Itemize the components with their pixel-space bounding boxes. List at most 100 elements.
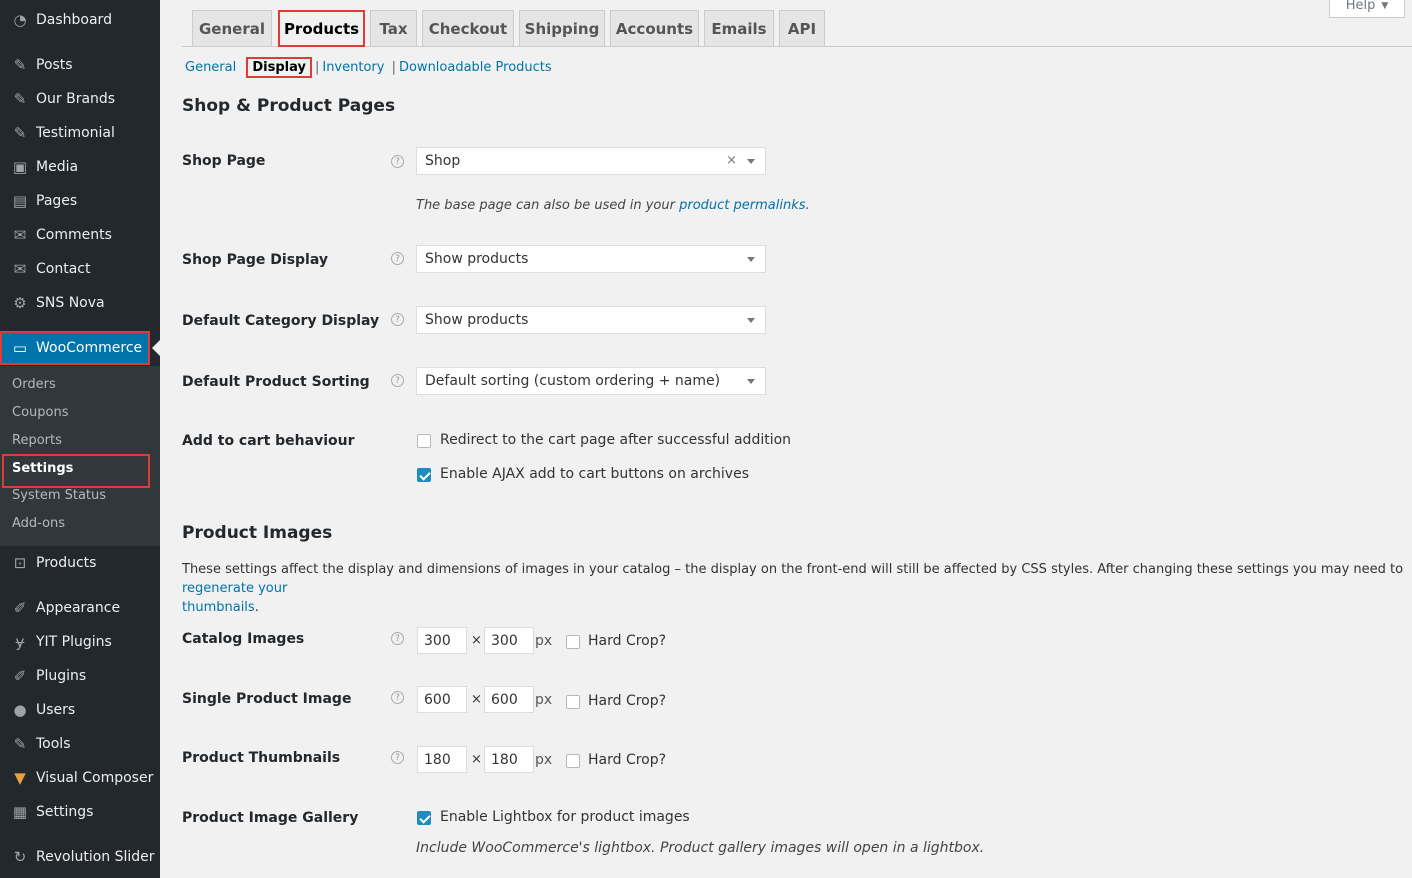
single-height-input[interactable]: 600 bbox=[484, 686, 534, 713]
menu-label: Revolution Slider bbox=[36, 849, 155, 865]
product-permalinks-link[interactable]: product permalinks bbox=[679, 198, 805, 213]
menu-label: Contact bbox=[36, 261, 91, 277]
settings-highlight bbox=[2, 454, 150, 488]
lightbox-checkbox[interactable] bbox=[417, 811, 431, 825]
menu-products[interactable]: ⊡ Products bbox=[0, 548, 160, 578]
menu-revolution-slider[interactable]: ↻ Revolution Slider bbox=[0, 842, 160, 872]
menu-label: Appearance bbox=[36, 600, 121, 616]
px-unit: px bbox=[535, 633, 553, 649]
px-unit: px bbox=[535, 752, 553, 768]
lightbox-description: Include WooCommerce's lightbox. Product … bbox=[416, 840, 985, 856]
redirect-to-cart-checkbox[interactable] bbox=[417, 434, 431, 448]
help-tip-icon[interactable]: ? bbox=[391, 155, 404, 168]
redirect-to-cart-label[interactable]: Redirect to the cart page after successf… bbox=[440, 432, 791, 448]
thumbnails-label: Product Thumbnails bbox=[182, 750, 341, 766]
menu-yit-plugins[interactable]: ɏ YIT Plugins bbox=[0, 627, 160, 657]
tab-tax[interactable]: Tax bbox=[370, 10, 417, 46]
menu-posts[interactable]: ✎ Posts bbox=[0, 50, 160, 80]
subtab-general[interactable]: General bbox=[185, 60, 236, 75]
help-button[interactable]: Help ▼ bbox=[1329, 0, 1405, 18]
single-hard-crop-checkbox[interactable] bbox=[566, 695, 580, 709]
chevron-down-icon bbox=[747, 318, 755, 323]
gear-icon: ⚙ bbox=[13, 294, 27, 312]
menu-tools[interactable]: ✎ Tools bbox=[0, 729, 160, 759]
menu-plugins[interactable]: ✐ Plugins bbox=[0, 661, 160, 691]
tab-accounts[interactable]: Accounts bbox=[610, 10, 699, 46]
section-title-images: Product Images bbox=[182, 523, 333, 543]
subtab-inventory[interactable]: Inventory bbox=[322, 60, 384, 75]
select-value: Show products bbox=[425, 251, 529, 267]
submenu-coupons[interactable]: Coupons bbox=[12, 405, 69, 420]
tab-shipping[interactable]: Shipping bbox=[519, 10, 605, 46]
regenerate-thumbnails-link[interactable]: regenerate your bbox=[182, 581, 287, 596]
help-tip-icon[interactable]: ? bbox=[391, 632, 404, 645]
category-display-select[interactable]: Show products bbox=[416, 306, 766, 334]
menu-users[interactable]: ● Users bbox=[0, 695, 160, 725]
menu-settings[interactable]: ▦ Settings bbox=[0, 797, 160, 827]
catalog-hard-crop-checkbox[interactable] bbox=[566, 635, 580, 649]
menu-our-brands[interactable]: ✎ Our Brands bbox=[0, 84, 160, 114]
submenu-orders[interactable]: Orders bbox=[12, 377, 56, 392]
help-tip-icon[interactable]: ? bbox=[391, 374, 404, 387]
catalog-width-input[interactable]: 300 bbox=[417, 627, 467, 654]
add-to-cart-label: Add to cart behaviour bbox=[182, 433, 355, 449]
times-symbol: × bbox=[471, 633, 482, 648]
tab-checkout[interactable]: Checkout bbox=[422, 10, 514, 46]
product-sorting-select[interactable]: Default sorting (custom ordering + name) bbox=[416, 367, 766, 395]
menu-sns-nova[interactable]: ⚙ SNS Nova bbox=[0, 288, 160, 318]
thumbs-hard-crop-checkbox[interactable] bbox=[566, 754, 580, 768]
menu-label: Our Brands bbox=[36, 91, 116, 107]
menu-appearance[interactable]: ✐ Appearance bbox=[0, 593, 160, 623]
subtab-display[interactable]: Display bbox=[246, 57, 312, 78]
submenu-system-status[interactable]: System Status bbox=[12, 488, 106, 503]
product-sorting-label: Default Product Sorting bbox=[182, 374, 370, 390]
chevron-down-icon bbox=[747, 159, 755, 164]
menu-dashboard[interactable]: ◔ Dashboard bbox=[0, 5, 160, 35]
lightbox-label[interactable]: Enable Lightbox for product images bbox=[440, 809, 690, 825]
pin-icon: ✎ bbox=[13, 90, 27, 108]
help-label: Help bbox=[1345, 0, 1376, 13]
separator: | bbox=[387, 60, 396, 75]
help-tip-icon[interactable]: ? bbox=[391, 751, 404, 764]
catalog-height-input[interactable]: 300 bbox=[484, 627, 534, 654]
submenu-reports[interactable]: Reports bbox=[12, 433, 62, 448]
tab-emails[interactable]: Emails bbox=[704, 10, 774, 46]
single-width-input[interactable]: 600 bbox=[417, 686, 467, 713]
ajax-add-to-cart-checkbox[interactable] bbox=[417, 468, 431, 482]
menu-testimonial[interactable]: ✎ Testimonial bbox=[0, 118, 160, 148]
gallery-label: Product Image Gallery bbox=[182, 810, 359, 826]
times-symbol: × bbox=[471, 692, 482, 707]
shop-page-select[interactable]: Shop × bbox=[416, 147, 766, 175]
plugin-icon: ɏ bbox=[15, 633, 25, 651]
category-display-label: Default Category Display bbox=[182, 313, 380, 329]
menu-media[interactable]: ▣ Media bbox=[0, 152, 160, 182]
ajax-add-to-cart-label[interactable]: Enable AJAX add to cart buttons on archi… bbox=[440, 466, 749, 482]
shop-page-display-select[interactable]: Show products bbox=[416, 245, 766, 273]
help-tip-icon[interactable]: ? bbox=[391, 252, 404, 265]
submenu-add-ons[interactable]: Add-ons bbox=[12, 516, 65, 531]
hard-crop-label[interactable]: Hard Crop? bbox=[588, 752, 666, 768]
settings-icon: ▦ bbox=[12, 803, 28, 821]
help-tip-icon[interactable]: ? bbox=[391, 691, 404, 704]
menu-contact[interactable]: ✉ Contact bbox=[0, 254, 160, 284]
hard-crop-label[interactable]: Hard Crop? bbox=[588, 693, 666, 709]
thumbs-width-input[interactable]: 180 bbox=[417, 746, 467, 773]
menu-woocommerce[interactable]: ▭ WooCommerce bbox=[0, 331, 150, 365]
regenerate-thumbnails-link-2[interactable]: thumbnails bbox=[182, 600, 255, 615]
tab-products[interactable]: Products bbox=[278, 10, 365, 47]
subtab-downloadable-products[interactable]: Downloadable Products bbox=[399, 60, 552, 75]
menu-visual-composer[interactable]: ▼ Visual Composer bbox=[0, 763, 160, 793]
single-image-label: Single Product Image bbox=[182, 691, 352, 707]
help-tip-icon[interactable]: ? bbox=[391, 313, 404, 326]
clear-icon[interactable]: × bbox=[726, 153, 737, 168]
menu-label: Media bbox=[36, 159, 79, 175]
tab-api[interactable]: API bbox=[779, 10, 825, 46]
hard-crop-label[interactable]: Hard Crop? bbox=[588, 633, 666, 649]
thumbs-height-input[interactable]: 180 bbox=[484, 746, 534, 773]
menu-label: Users bbox=[36, 702, 76, 718]
menu-comments[interactable]: ✉ Comments bbox=[0, 220, 160, 250]
chevron-down-icon: ▼ bbox=[1381, 0, 1389, 11]
tab-general[interactable]: General bbox=[192, 10, 272, 46]
select-value: Default sorting (custom ordering + name) bbox=[425, 373, 721, 389]
menu-pages[interactable]: ▤ Pages bbox=[0, 186, 160, 216]
